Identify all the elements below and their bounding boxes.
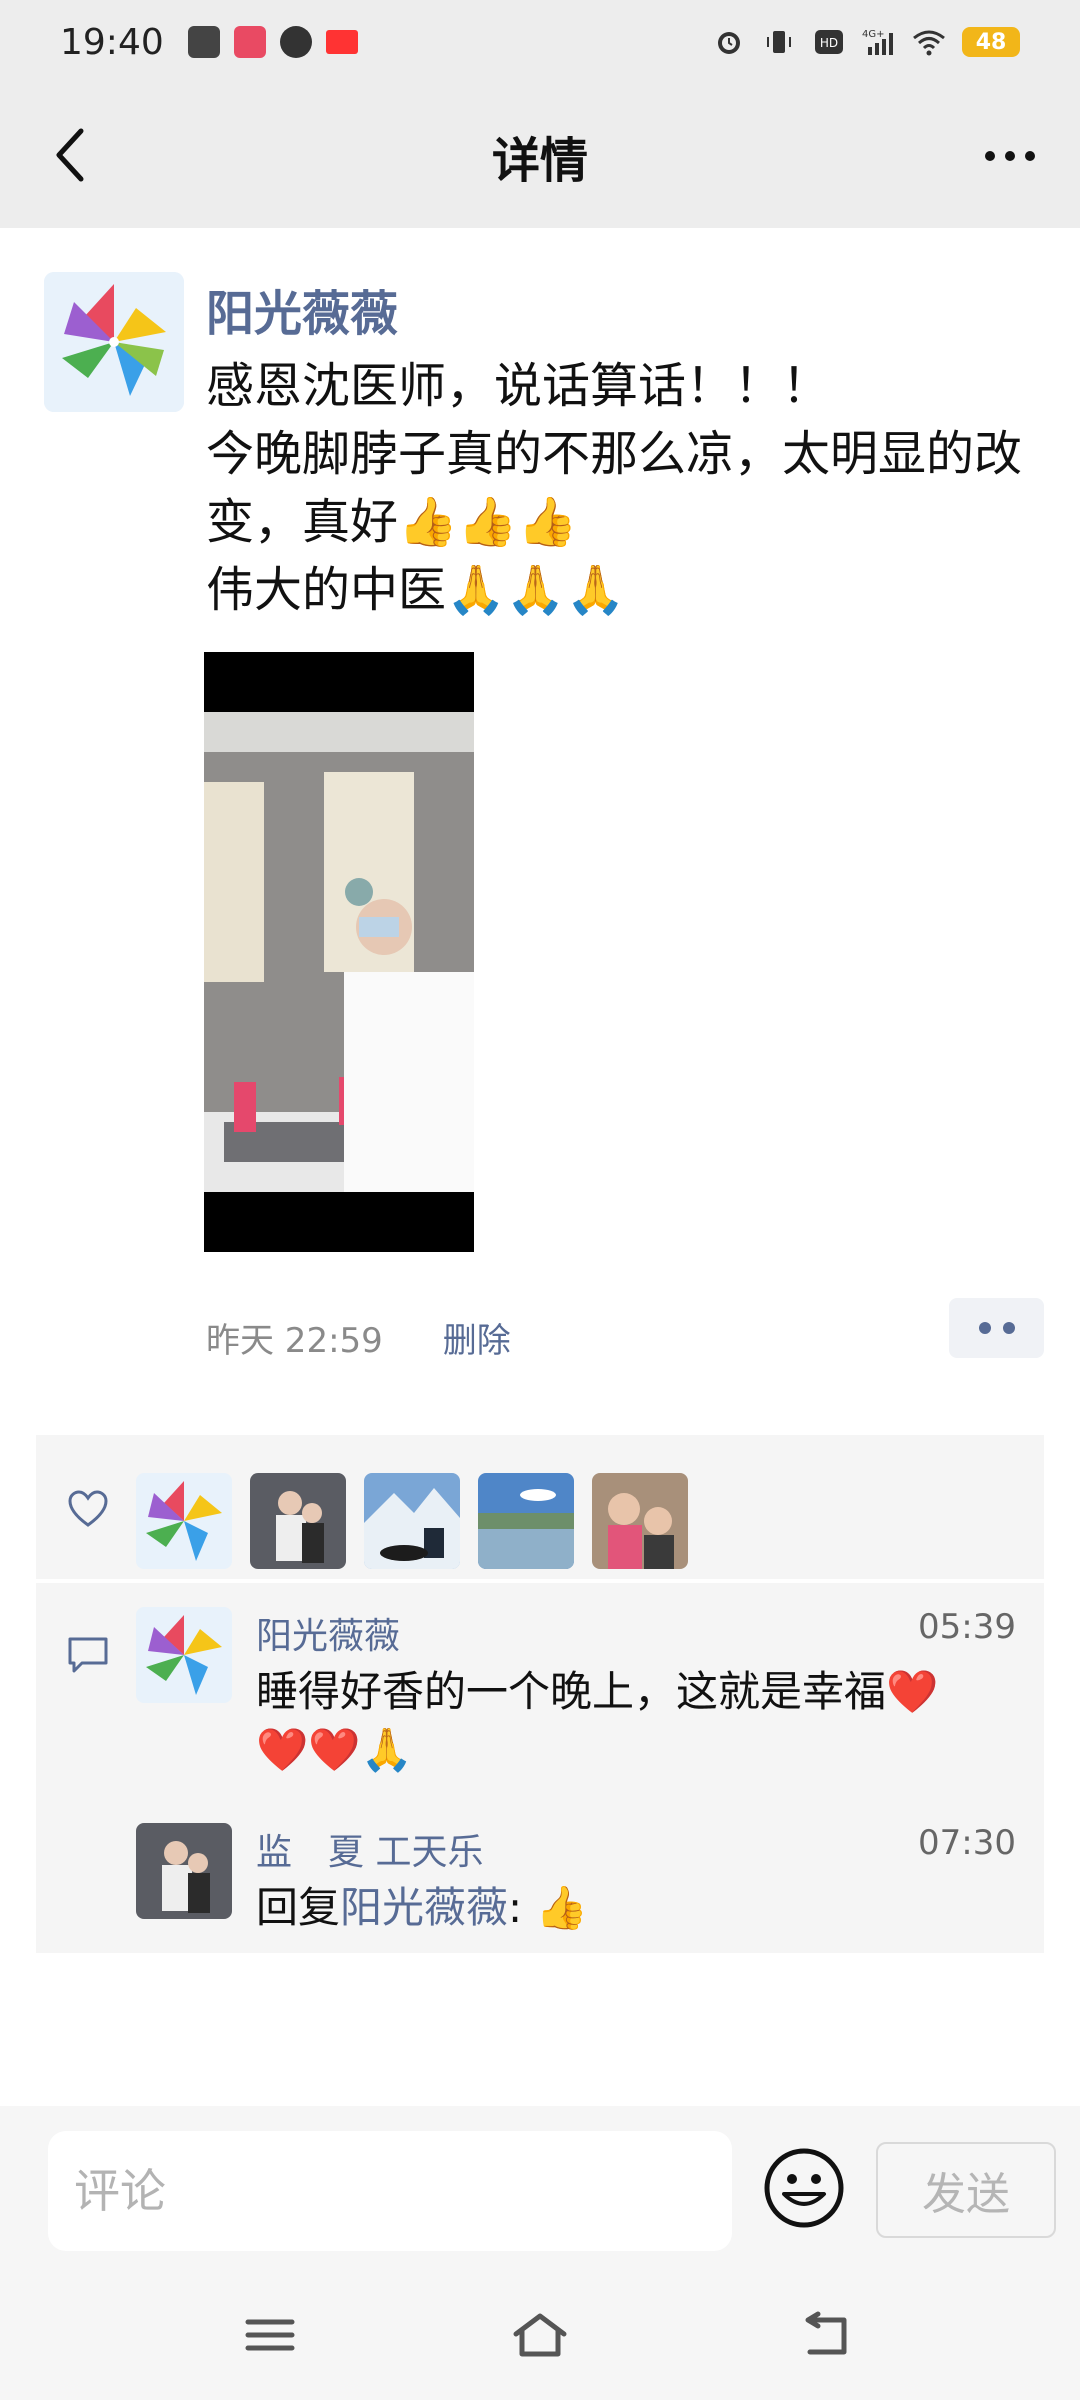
lofter-app-icon — [233, 26, 266, 58]
signal-icon: 4G+ — [862, 27, 896, 57]
liker-avatar[interactable] — [364, 1473, 460, 1569]
status-bar: 19:40 HD 4G+ 48 — [0, 0, 1080, 84]
comment-time: 05:39 — [918, 1607, 1016, 1647]
vibrate-icon — [762, 27, 796, 57]
status-time: 19:40 — [60, 21, 164, 63]
more-dot-icon — [985, 151, 995, 161]
back-nav-icon[interactable] — [796, 2310, 856, 2360]
page-title: 详情 — [491, 133, 588, 189]
menu-icon[interactable] — [240, 2310, 300, 2360]
commenter-avatar[interactable] — [136, 1823, 232, 1919]
reply-body: : 👍 — [508, 1883, 588, 1932]
comment-text: 睡得好香的一个晚上，这就是幸福❤️❤️❤️🙏 — [256, 1667, 939, 1774]
liker-avatar[interactable] — [478, 1473, 574, 1569]
pinwheel-icon — [44, 272, 184, 412]
reply-to-name[interactable]: 阳光薇薇 — [340, 1883, 508, 1932]
comment-time: 07:30 — [918, 1823, 1016, 1863]
more-dot-icon — [1025, 151, 1035, 161]
reply-prefix: 回复 — [256, 1883, 341, 1932]
comment-item[interactable]: 监 夏 工天乐 07:30 回复阳光薇薇: 👍 — [136, 1823, 1016, 1943]
more-options-button[interactable] — [970, 126, 1050, 186]
more-dot-icon — [1005, 151, 1015, 161]
comment-icon — [68, 1637, 108, 1673]
liker-avatar[interactable] — [592, 1473, 688, 1569]
liker-avatar[interactable] — [136, 1473, 232, 1569]
dot-icon — [978, 1322, 991, 1334]
back-button[interactable] — [36, 120, 106, 190]
post-time: 昨天 22:59 — [206, 1321, 383, 1361]
emoji-button[interactable] — [762, 2146, 846, 2230]
chevron-left-icon — [56, 128, 84, 182]
wifi-icon — [912, 27, 946, 57]
dot-icon — [1002, 1322, 1015, 1334]
nav-bar: 详情 — [0, 84, 1080, 228]
compass-app-icon — [279, 26, 312, 58]
battery-indicator: 48 — [962, 27, 1020, 57]
alarm-icon — [712, 27, 746, 57]
smiley-icon — [764, 2148, 844, 2228]
likes-row — [36, 1435, 1044, 1583]
toutiao-app-icon — [325, 30, 358, 54]
send-button[interactable]: 发送 — [876, 2142, 1056, 2238]
status-notification-icons — [187, 26, 358, 58]
system-nav-bar — [0, 2290, 1080, 2380]
comment-input[interactable] — [48, 2131, 732, 2251]
comments-section: 阳光薇薇 05:39 睡得好香的一个晚上，这就是幸福❤️❤️❤️🙏 监 夏 工天… — [36, 1583, 1044, 1953]
delete-link[interactable]: 删除 — [443, 1313, 511, 1362]
hd-icon: HD — [812, 27, 846, 57]
post-text: 感恩沈医师，说话算话！！！ 今晚脚脖子真的不那么凉，太明显的改变，真好👍👍👍 伟… — [206, 358, 1023, 618]
liker-avatar[interactable] — [250, 1473, 346, 1569]
comment-reply-text: 回复阳光薇薇: 👍 — [256, 1879, 986, 1937]
svg-text:HD: HD — [820, 36, 838, 50]
commenter-name[interactable]: 监 夏 工天乐 — [256, 1823, 483, 1875]
like-comment-menu-button[interactable] — [949, 1298, 1044, 1358]
status-system-icons: HD 4G+ 48 — [712, 27, 1020, 57]
video-app-icon — [187, 26, 220, 58]
post-meta: 昨天 22:59 删除 — [206, 1313, 511, 1362]
commenter-avatar[interactable] — [136, 1607, 232, 1703]
post-author-name[interactable]: 阳光薇薇 — [206, 274, 398, 344]
commenter-name[interactable]: 阳光薇薇 — [256, 1607, 400, 1659]
heart-icon — [68, 1490, 108, 1527]
home-icon[interactable] — [510, 2310, 570, 2360]
svg-text:4G+: 4G+ — [862, 29, 885, 40]
comment-item[interactable]: 阳光薇薇 05:39 睡得好香的一个晚上，这就是幸福❤️❤️❤️🙏 — [136, 1607, 1016, 1787]
interaction-panel: 阳光薇薇 05:39 睡得好香的一个晚上，这就是幸福❤️❤️❤️🙏 监 夏 工天… — [36, 1435, 1044, 1953]
post-video[interactable] — [204, 652, 474, 1252]
video-thumbnail-icon — [204, 652, 474, 1252]
author-avatar[interactable] — [44, 272, 184, 412]
